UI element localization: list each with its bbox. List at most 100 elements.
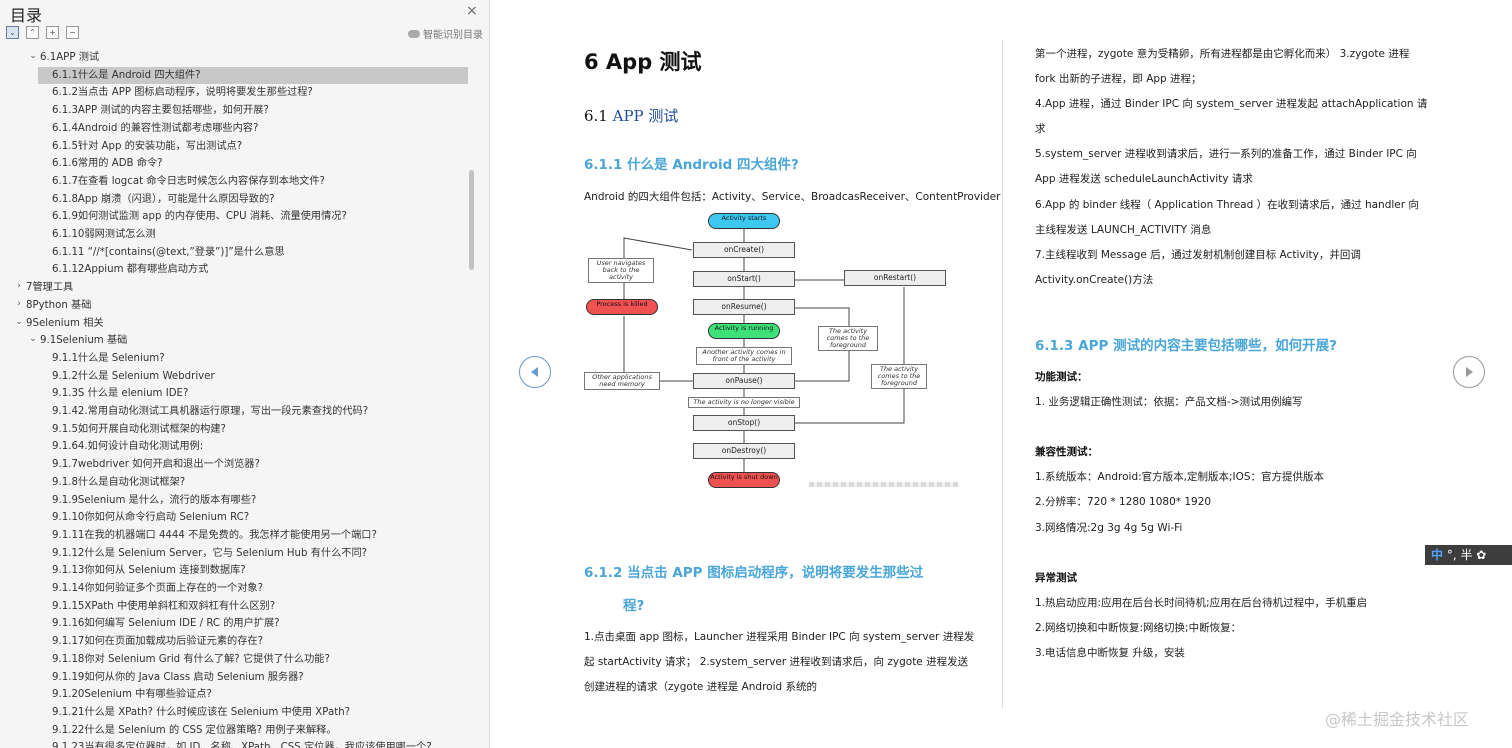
paragraph: 求 bbox=[1035, 123, 1046, 135]
toc-item[interactable]: 6.1.1什么是 Android 四大组件? bbox=[38, 66, 468, 84]
toc-sidebar: 目录 × ⌄ ⌃ + − 智能识别目录 ⌄ 6.1APP 测试 6.1.1什么是 A… bbox=[0, 0, 490, 748]
expand-caret-icon[interactable]: ⌄ bbox=[28, 51, 38, 61]
ime-chinese-mode: 中 bbox=[1431, 548, 1444, 562]
note-other-apps: Other applications need memory bbox=[584, 372, 660, 390]
functional-test-label: 功能测试： bbox=[1035, 371, 1088, 383]
paragraph: 7.主线程收到 Message 后，通过发射机制创建目标 Activity，并回… bbox=[1035, 249, 1361, 261]
toc-item[interactable]: 9.1.12什么是 Selenium Server，它与 Selenium Hu… bbox=[52, 545, 470, 562]
exception-test-label: 异常测试 bbox=[1035, 572, 1077, 584]
toc-item[interactable]: 9.1.19如何从你的 Java Class 启动 Selenium 服务器? bbox=[52, 669, 470, 686]
toc-item[interactable]: 9.1.20Selenium 中有哪些验证点? bbox=[52, 686, 470, 703]
note-foreground-2: The activity comes to the foreground bbox=[871, 364, 927, 389]
onstart-node: onStart() bbox=[693, 271, 795, 287]
toc-item[interactable]: 9.1.15XPath 中使用单斜杠和双斜杠有什么区别? bbox=[52, 598, 470, 615]
toc-item[interactable]: 9.1.11在我的机器端口 4444 不是免费的。我怎样才能使用另一个端口? bbox=[52, 527, 470, 544]
toc-toolbar: ⌄ ⌃ + − bbox=[6, 26, 79, 39]
activity-starts-node: Activity starts bbox=[708, 213, 780, 229]
toc-item[interactable]: 6.1.7在查看 logcat 命令日志时候怎么内容保存到本地文件? bbox=[52, 173, 470, 190]
page-divider bbox=[1002, 40, 1003, 708]
cloud-icon bbox=[408, 29, 420, 38]
activity-shutdown-node: Activity is shut down bbox=[708, 472, 780, 488]
remove-bookmark-icon[interactable]: − bbox=[66, 26, 79, 39]
expand-caret-icon[interactable]: › bbox=[14, 299, 24, 309]
toc-item[interactable]: 9.1.1什么是 Selenium? bbox=[52, 350, 470, 367]
toc-item[interactable]: 9.1.23当有很多定位器时，如 ID、名称、XPath、CSS 定位器，我应该… bbox=[52, 739, 470, 748]
toc-item[interactable]: 9.1.13你如何从 Selenium 连接到数据库? bbox=[52, 562, 470, 579]
onstop-node: onStop() bbox=[693, 415, 795, 431]
next-page-button[interactable] bbox=[1453, 356, 1485, 388]
add-bookmark-icon[interactable]: + bbox=[46, 26, 59, 39]
toc-item[interactable]: 9.1.2什么是 Selenium Webdriver bbox=[52, 368, 470, 385]
section-heading: 6.1 APP 测试 bbox=[584, 105, 678, 126]
note-no-longer-visible: The activity is no longer visible bbox=[688, 397, 800, 408]
toc-item[interactable]: 9.1Selenium 基础 bbox=[40, 332, 470, 349]
collapse-all-icon[interactable]: ⌄ bbox=[6, 26, 19, 39]
toc-item[interactable]: 9.1.10你如何从命令行启动 Selenium RC? bbox=[52, 509, 470, 526]
heading-6-1-2-cont: 程? bbox=[623, 598, 645, 614]
document-view: 6 App 测试 6.1 APP 测试 6.1.1 什么是 Android 四大… bbox=[491, 0, 1512, 748]
expand-caret-icon[interactable]: ⌄ bbox=[28, 334, 38, 344]
expand-caret-icon[interactable]: › bbox=[14, 281, 24, 291]
process-killed-node: Process is killed bbox=[586, 299, 658, 315]
toc-scrollbar[interactable] bbox=[469, 170, 474, 270]
smart-toc-label: 智能识别目录 bbox=[423, 30, 483, 41]
heading-6-1-2: 6.1.2 当点击 APP 图标启动程序，说明将要发生那些过 bbox=[584, 565, 924, 581]
toc-item[interactable]: 9.1.18你对 Selenium Grid 有什么了解? 它提供了什么功能? bbox=[52, 651, 470, 668]
toc-item[interactable]: 7管理工具 bbox=[26, 279, 470, 296]
toc-item[interactable]: 6.1.2当点击 APP 图标启动程序，说明将要发生那些过程? bbox=[52, 84, 470, 101]
toc-item[interactable]: 9.1.16如何编写 Selenium IDE / RC 的用户扩展? bbox=[52, 615, 470, 632]
expand-all-icon[interactable]: ⌃ bbox=[26, 26, 39, 39]
toc-item[interactable]: 6.1.8App 崩溃（闪退），可能是什么原因导致的? bbox=[52, 191, 470, 208]
toc-item[interactable]: 6.1.3APP 测试的内容主要包括哪些，如何开展? bbox=[52, 102, 470, 119]
toc-item[interactable]: 9.1.64.如何设计自动化测试用例: bbox=[52, 438, 470, 455]
toc-item[interactable]: 6.1.5针对 App 的安装功能，写出测试点? bbox=[52, 138, 470, 155]
watermark: @稀土掘金技术社区 bbox=[1325, 710, 1470, 729]
previous-page-button[interactable] bbox=[519, 356, 551, 388]
paragraph: 5.system_server 进程收到请求后，进行一系列的准备工作，通过 Bi… bbox=[1035, 148, 1417, 160]
ondestroy-node: onDestroy() bbox=[693, 443, 795, 459]
toc-item[interactable]: 6.1.11 “//*[contains(@text,”登录”)]”是什么意思 bbox=[52, 244, 470, 261]
expand-caret-icon[interactable]: ⌄ bbox=[14, 317, 24, 327]
onrestart-node: onRestart() bbox=[844, 270, 946, 286]
paragraph: 第一个进程，zygote 意为受精卵，所有进程都是由它孵化而来） 3.zygot… bbox=[1035, 48, 1410, 60]
paragraph: 起 startActivity 请求； 2.system_server 进程收到… bbox=[584, 656, 969, 668]
ime-status-bar[interactable]: 中 °, 半 ✿ bbox=[1425, 545, 1512, 565]
compat-test-label: 兼容性测试： bbox=[1035, 446, 1098, 458]
toc-item[interactable]: 6.1.6常用的 ADB 命令? bbox=[52, 155, 470, 172]
toc-item[interactable]: 6.1.9如何测试监测 app 的内存使用、CPU 消耗、流量使用情况? bbox=[52, 208, 470, 225]
smart-toc-button[interactable]: 智能识别目录 bbox=[408, 26, 483, 41]
paragraph: 主线程发送 LAUNCH_ACTIVITY 消息 bbox=[1035, 224, 1212, 236]
note-foreground-1: The activity comes to the foreground bbox=[818, 326, 878, 351]
toc-item[interactable]: 6.1.10弱网测试怎么测 bbox=[52, 226, 470, 243]
toc-item[interactable]: 9.1.3S 什么是 elenium IDE? bbox=[52, 385, 470, 402]
toc-item[interactable]: 6.1APP 测试 bbox=[40, 49, 470, 66]
toc-item[interactable]: 9.1.9Selenium 是什么，流行的版本有哪些? bbox=[52, 492, 470, 509]
toc-item[interactable]: 9.1.17如何在页面加载成功后验证元素的存在? bbox=[52, 633, 470, 650]
toc-item[interactable]: 9.1.8什么是自动化测试框架? bbox=[52, 474, 470, 491]
heading-6-1-3: 6.1.3 APP 测试的内容主要包括哪些，如何开展? bbox=[1035, 338, 1337, 354]
paragraph: 2.分辨率：720 * 1280 1080* 1920 bbox=[1035, 496, 1212, 508]
pdf-reader-window: 目录 × ⌄ ⌃ + − 智能识别目录 ⌄ 6.1APP 测试 6.1.1什么是 A… bbox=[0, 0, 1512, 748]
toc-item[interactable]: 9.1.22什么是 Selenium 的 CSS 定位器策略? 用例子来解释。 bbox=[52, 722, 470, 739]
oncreate-node: onCreate() bbox=[693, 242, 795, 258]
toc-item[interactable]: 9.1.7webdriver 如何开启和退出一个浏览器? bbox=[52, 456, 470, 473]
toc-title: 目录 bbox=[10, 6, 43, 25]
toc-item[interactable]: 9.1.14你如何验证多个页面上存在的一个对象? bbox=[52, 580, 470, 597]
paragraph: 3.电话信息中断恢复 升级，安装 bbox=[1035, 647, 1185, 659]
paragraph: 1.热启动应用:应用在后台长时间待机;应用在后台待机过程中，手机重启 bbox=[1035, 597, 1368, 609]
toc-item[interactable]: 6.1.12Appium 都有哪些启动方式 bbox=[52, 261, 470, 278]
close-icon[interactable]: × bbox=[466, 3, 478, 19]
toc-list: ⌄ 6.1APP 测试 6.1.1什么是 Android 四大组件? 6.1.2当点击… bbox=[0, 47, 476, 748]
toc-item[interactable]: 9.1.21什么是 XPath? 什么时候应该在 Selenium 中使用 XP… bbox=[52, 704, 470, 721]
toc-item[interactable]: 9.1.5如何开展自动化测试框架的构建? bbox=[52, 421, 470, 438]
chevron-left-icon bbox=[531, 367, 538, 377]
section-title: APP 测试 bbox=[612, 107, 679, 125]
toc-item[interactable]: 9Selenium 相关 bbox=[26, 315, 470, 332]
section-number: 6.1 bbox=[584, 107, 613, 125]
paragraph: 1. 业务逻辑正确性测试：依据：产品文档->测试用例编写 bbox=[1035, 396, 1303, 408]
ime-options: °, 半 ✿ bbox=[1446, 548, 1487, 562]
toc-item[interactable]: 8Python 基础 bbox=[26, 297, 470, 314]
paragraph: fork 出新的子进程，即 App 进程； bbox=[1035, 73, 1202, 85]
toc-item[interactable]: 6.1.4Android 的兼容性测试都考虑哪些内容? bbox=[52, 120, 470, 137]
toc-item[interactable]: 9.1.42.常用自动化测试工具机器运行原理，写出一段元素查找的代码? bbox=[52, 403, 470, 420]
